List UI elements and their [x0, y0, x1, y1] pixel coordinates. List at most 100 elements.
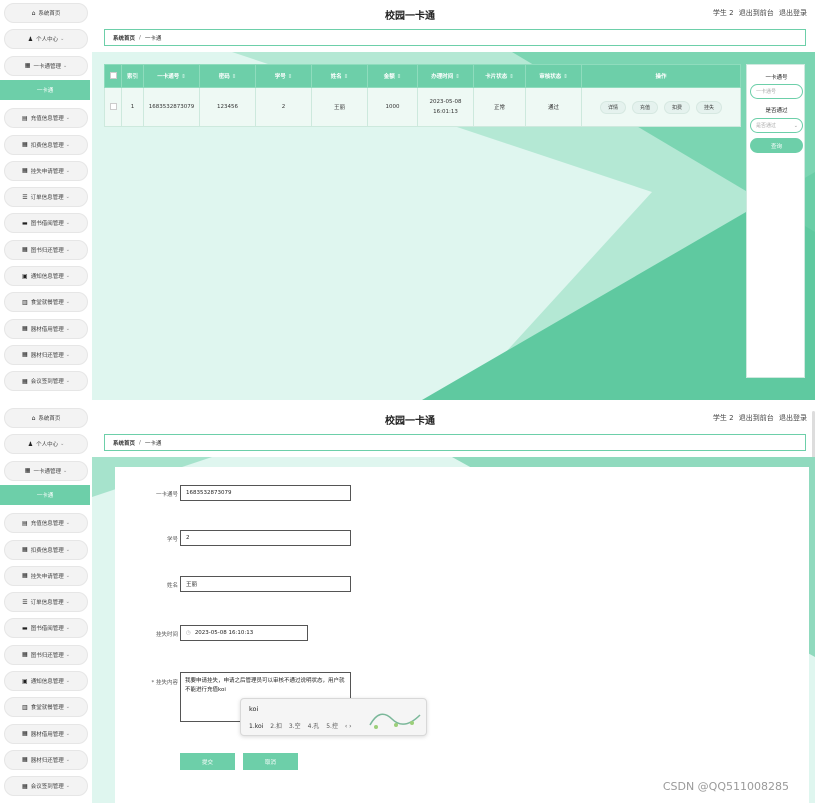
sidebar-item[interactable]: ▬ 图书借阅管理 ⌄ — [4, 213, 88, 234]
sidebar-item-label: 订单信息管理 — [30, 600, 64, 607]
loss-reason-label: * 挂失内容 — [151, 680, 179, 686]
ime-typed-text: koi — [249, 705, 259, 713]
sidebar-item[interactable]: ▤ 充值信息管理 ⌄ — [4, 108, 88, 129]
sidebar-item[interactable]: ▦ 器材归还管理 ⌄ — [4, 344, 88, 365]
breadcrumb-home[interactable]: 系统首页 — [113, 34, 135, 42]
col-password[interactable]: 密码 ⇕ — [199, 64, 256, 88]
chevron-down-icon: ⌄ — [60, 36, 65, 43]
sidebar-item[interactable]: ▦ 扣费信息管理 ⌄ — [4, 539, 88, 560]
chevron-down-icon: ⌄ — [65, 299, 70, 306]
grid-icon: ▦ — [22, 325, 28, 333]
sidebar-item[interactable]: ▦ 一卡通管理 ⌄ — [4, 460, 88, 481]
sidebar-item[interactable]: ▦ 器材借用管理 ⌄ — [4, 723, 88, 744]
sidebar-item[interactable]: ▣ 通知信息管理 ⌄ — [4, 671, 88, 691]
clock-icon: ◷ — [186, 630, 191, 636]
col-time[interactable]: 办理时间 ⇕ — [417, 64, 474, 88]
sidebar-item[interactable]: ▦ 器材借用管理 ⌄ — [4, 318, 88, 339]
sidebar-item[interactable]: ♟ 个人中心 ⌄ — [4, 29, 88, 50]
sidebar-item[interactable]: ▬ 图书借阅管理 ⌄ — [4, 618, 88, 639]
chevron-down-icon: ⌄ — [65, 194, 70, 201]
breadcrumb-home[interactable]: 系统首页 — [113, 439, 135, 447]
cell-password: 123456 — [199, 87, 256, 127]
form-view-screenshot: ⌂ 系统首页 ♟ 个人中心 ⌄ ▦ 一卡通管理 ⌄ 一卡通 ▤ 充值信息管理 ⌄ ▦ 扣费信息管理 ⌄ ▦ 挂失… — [0, 405, 817, 803]
name-field[interactable]: 王丽 — [180, 576, 351, 592]
name-label: 姓名 — [166, 583, 178, 589]
col-student-no[interactable]: 学号 ⇕ — [255, 64, 312, 88]
chart-icon: ▥ — [22, 703, 28, 711]
col-amount[interactable]: 金额 ⇕ — [367, 64, 418, 88]
table-row: 1 1683532873079 123456 2 王丽 1000 2023-05… — [104, 87, 741, 127]
col-name[interactable]: 姓名 ⇕ — [311, 64, 368, 88]
chevron-down-icon: ⌄ — [65, 220, 70, 227]
sidebar-item[interactable]: ▦ 扣费信息管理 ⌄ — [4, 134, 88, 155]
page-title: 校园一卡通 — [385, 416, 435, 427]
col-card-no[interactable]: 一卡通号 ⇕ — [143, 64, 200, 88]
col-review-status[interactable]: 审核状态 ⇕ — [525, 64, 582, 88]
sidebar-item-label: 系统首页 — [38, 416, 61, 422]
ime-skin-decoration-icon — [369, 713, 421, 729]
ime-candidate[interactable]: 4.孔 — [308, 723, 320, 730]
student-no-field[interactable]: 2 — [180, 530, 351, 546]
report-loss-button[interactable]: 挂失 — [696, 100, 723, 114]
select-all-checkbox[interactable] — [104, 64, 122, 88]
front-link[interactable]: 退出到前台 — [739, 414, 774, 422]
sidebar-item[interactable]: ▤ 充值信息管理 ⌄ — [4, 513, 88, 534]
ime-page-arrows[interactable]: ‹ › — [345, 723, 352, 730]
chevron-down-icon: ⌄ — [65, 756, 70, 763]
cancel-button[interactable]: 取消 — [243, 753, 298, 770]
filter-review-select[interactable]: 是否通过 ⌄ — [750, 118, 803, 133]
sidebar-item[interactable]: ☰ 订单信息管理 ⌄ — [4, 187, 88, 208]
recharge-button[interactable]: 充值 — [631, 100, 658, 114]
table-header-row: 索引 一卡通号 ⇕ 密码 ⇕ 学号 ⇕ 姓名 ⇕ 金额 ⇕ 办理时间 ⇕ 卡片状态 ⇕ 审核状… — [104, 64, 741, 88]
front-link[interactable]: 退出到前台 — [739, 9, 774, 17]
sidebar-item[interactable]: ♟ 个人中心 ⌄ — [4, 434, 88, 455]
list-view-screenshot: ⌂ 系统首页 ♟ 个人中心 ⌄ ▦ 一卡通管理 ⌄ 一卡通 ▤ 充值信息管理 ⌄ ▦ 扣费信息管理 ⌄ ▦ 挂失… — [0, 0, 817, 400]
sidebar-item[interactable]: ▣ 通知信息管理 ⌄ — [4, 266, 88, 286]
chevron-down-icon: ⌄ — [65, 704, 70, 711]
loss-time-field[interactable]: ◷ 2023-05-08 16:10:13 — [180, 625, 308, 641]
sidebar-item-active[interactable]: 一卡通 — [0, 484, 90, 505]
ime-candidate[interactable]: 3.空 — [289, 723, 301, 730]
sidebar-item[interactable]: ☰ 订单信息管理 ⌄ — [4, 592, 88, 613]
sidebar-item[interactable]: ▥ 食堂就餐管理 ⌄ — [4, 292, 88, 313]
search-button[interactable]: 查询 — [750, 138, 803, 153]
submit-button[interactable]: 提交 — [180, 753, 235, 770]
ime-candidate[interactable]: 5.控 — [326, 723, 338, 730]
sidebar-item[interactable]: ▦ 会议签到管理 ⌄ — [4, 776, 88, 797]
chevron-down-icon: ⌄ — [65, 678, 70, 684]
logout-link[interactable]: 退出登录 — [779, 414, 807, 422]
sidebar-item[interactable]: ▦ 挂失申请管理 ⌄ — [4, 160, 88, 181]
detail-button[interactable]: 详情 — [599, 100, 626, 114]
sidebar-item-label: 会议签到管理 — [30, 784, 64, 791]
ime-candidate[interactable]: 2.扣 — [270, 723, 282, 730]
col-card-status[interactable]: 卡片状态 ⇕ — [473, 64, 526, 88]
breadcrumb-current: 一卡通 — [144, 440, 162, 447]
cell-student-no: 2 — [255, 87, 312, 127]
sidebar-item[interactable]: ▦ 挂失申请管理 ⌄ — [4, 565, 88, 586]
breadcrumb-separator: / — [139, 439, 141, 446]
watermark: CSDN @QQ511008285 — [662, 780, 789, 793]
sidebar-item-label: 器材归还管理 — [30, 352, 64, 359]
sidebar-item[interactable]: ⌂ 系统首页 — [4, 408, 88, 428]
deduct-button[interactable]: 扣费 — [664, 100, 691, 114]
logout-link[interactable]: 退出登录 — [779, 9, 807, 17]
filter-review-label: 是否通过 — [765, 108, 788, 114]
page-title: 校园一卡通 — [385, 11, 435, 22]
sidebar-item[interactable]: ▦ 图书归还管理 ⌄ — [4, 239, 88, 260]
sidebar-item[interactable]: ⌂ 系统首页 — [4, 3, 88, 23]
clipboard-icon: ▣ — [22, 272, 28, 280]
filter-panel: 一卡通号 一卡通号 是否通过 是否通过 ⌄ 查询 — [746, 64, 805, 378]
ime-candidate[interactable]: 1.koi — [249, 723, 263, 730]
sidebar-item[interactable]: ▦ 会议签到管理 ⌄ — [4, 371, 88, 392]
sidebar-item-active[interactable]: 一卡通 — [0, 79, 90, 100]
sidebar-item[interactable]: ▥ 食堂就餐管理 ⌄ — [4, 697, 88, 718]
card-no-field[interactable]: 1683532873079 — [180, 485, 351, 501]
sidebar-item[interactable]: ▦ 一卡通管理 ⌄ — [4, 55, 88, 76]
grid-icon: ▦ — [22, 377, 28, 385]
chevron-down-icon: ⌄ — [65, 783, 70, 790]
row-checkbox[interactable] — [104, 87, 122, 127]
filter-card-label: 一卡通号 — [765, 75, 788, 81]
sidebar-item[interactable]: ▦ 器材归还管理 ⌄ — [4, 749, 88, 770]
sidebar-item[interactable]: ▦ 图书归还管理 ⌄ — [4, 644, 88, 665]
filter-card-input[interactable]: 一卡通号 — [750, 84, 803, 99]
